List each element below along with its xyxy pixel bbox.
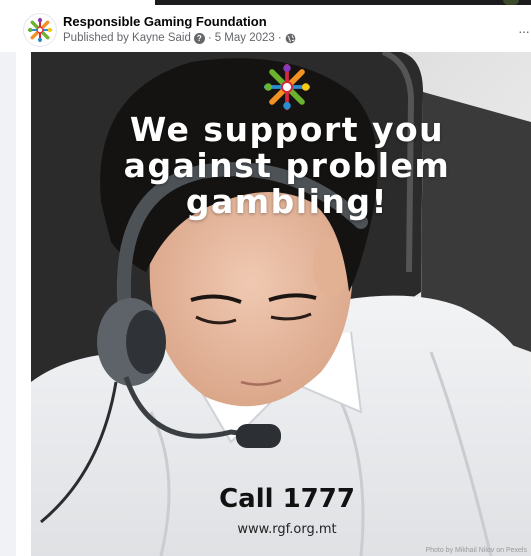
headline-line-3: gambling!: [185, 182, 389, 221]
more-dots-icon[interactable]: ···: [518, 23, 530, 39]
photo-credit: Photo by Mikhail Nilov on Pexels: [425, 547, 527, 554]
headline-line-1: We support you: [129, 110, 445, 149]
globe-icon[interactable]: [285, 33, 296, 44]
left-gutter: [0, 52, 16, 556]
post-header: Responsible Gaming Foundation Published …: [0, 5, 531, 52]
headline-line-2: against problem: [123, 146, 451, 185]
post-date[interactable]: 5 May 2023: [215, 32, 275, 44]
rgf-logo-icon: [27, 17, 53, 43]
call-to-action: Call 1777: [219, 484, 355, 514]
post-meta: Published by Kayne Said ? · 5 May 2023 ·: [63, 32, 296, 44]
rgf-logo-overlay: [263, 63, 311, 111]
meta-separator: ·: [207, 32, 212, 44]
page-avatar[interactable]: [23, 13, 57, 47]
question-circle-icon[interactable]: ?: [193, 32, 205, 44]
headline: We support you against problem gambling!: [31, 112, 531, 220]
post-image[interactable]: We support you against problem gambling!…: [31, 52, 531, 556]
page-name-link[interactable]: Responsible Gaming Foundation: [63, 14, 267, 29]
headset-earcup-pad: [126, 310, 166, 374]
published-by[interactable]: Published by Kayne Said: [63, 32, 191, 44]
headset-mic: [236, 424, 281, 448]
meta-separator-2: ·: [277, 32, 282, 44]
website-text: www.rgf.org.mt: [237, 522, 337, 537]
